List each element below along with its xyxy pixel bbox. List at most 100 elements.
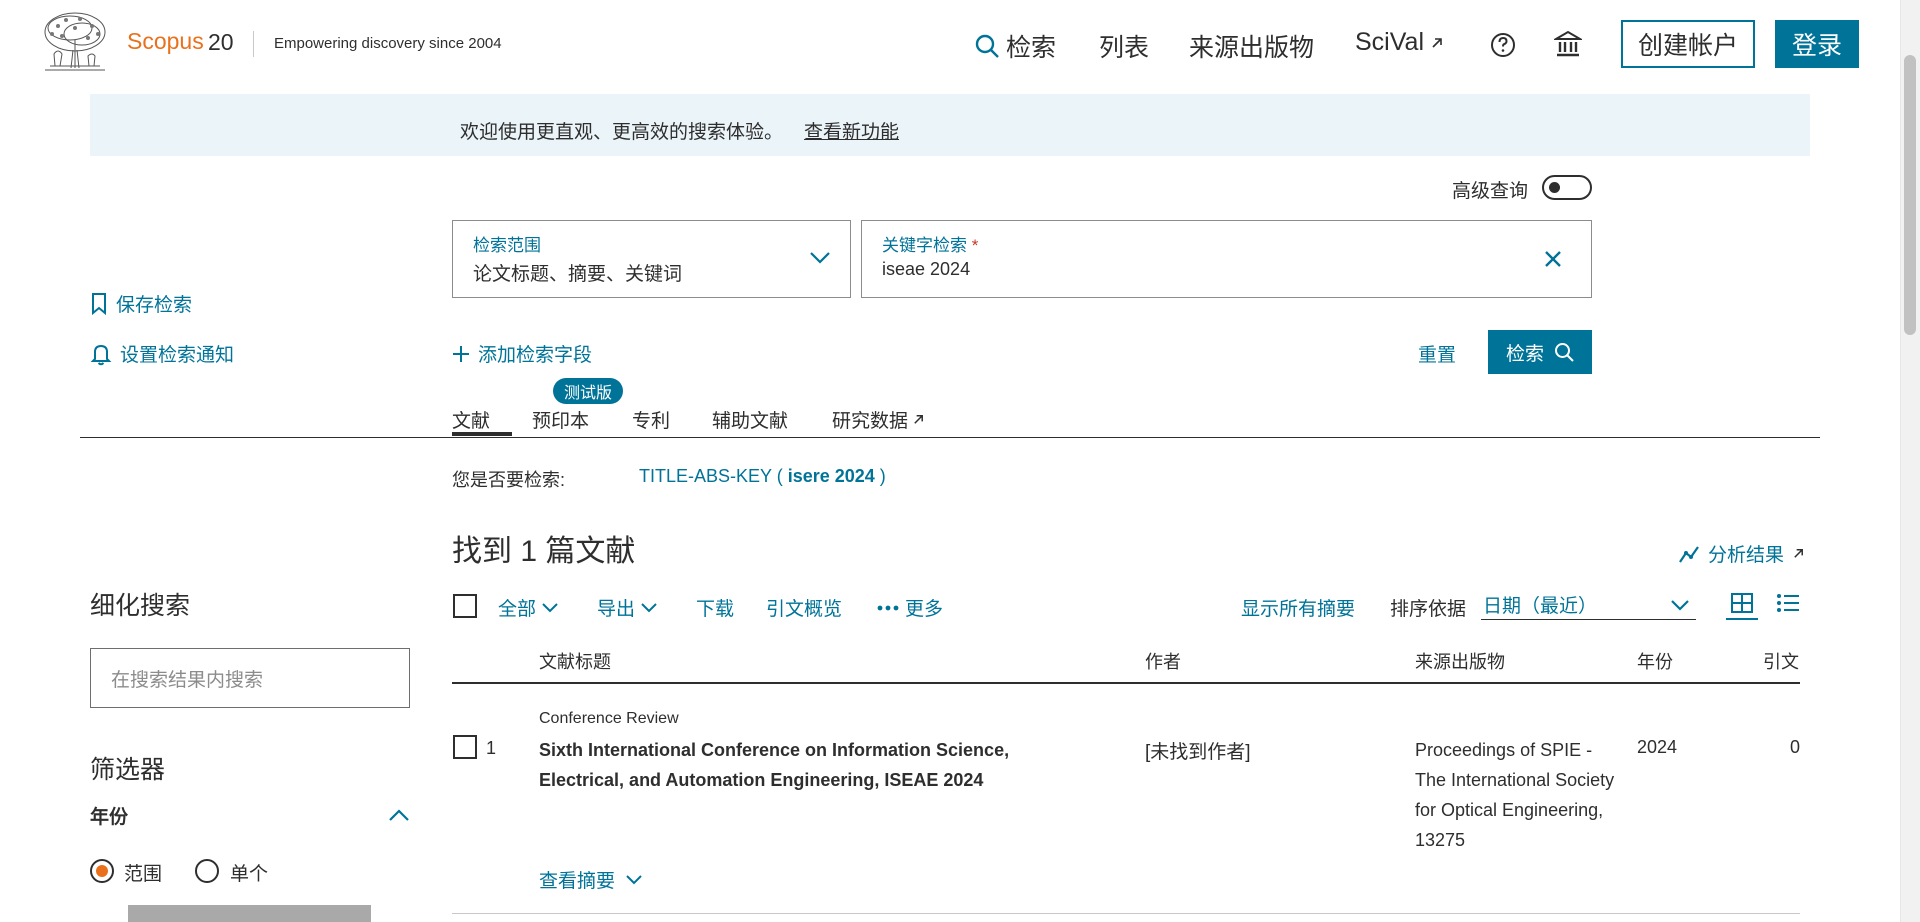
keyword-search-field[interactable]: 关键字检索 * iseae 2024 bbox=[861, 220, 1592, 298]
refine-search-title: 细化搜索 bbox=[90, 592, 191, 620]
toggle-knob bbox=[1549, 182, 1560, 193]
search-icon bbox=[974, 33, 1000, 59]
select-all-dropdown[interactable]: 全部 bbox=[498, 594, 558, 621]
elsevier-tree-logo-icon[interactable] bbox=[40, 10, 110, 74]
scrollbar-thumb[interactable] bbox=[1904, 55, 1916, 335]
tab-research-data-label: 研究数据 bbox=[832, 411, 909, 432]
table-view-button[interactable] bbox=[1726, 592, 1758, 620]
more-dots-icon bbox=[877, 605, 899, 611]
search-within-results-input[interactable]: 在搜索结果内搜索 bbox=[90, 648, 410, 708]
reset-button[interactable]: 重置 bbox=[1418, 340, 1456, 367]
set-alert-link[interactable]: 设置检索通知 bbox=[90, 340, 234, 367]
login-button[interactable]: 登录 bbox=[1775, 20, 1859, 68]
tab-research-data[interactable]: 研究数据 bbox=[832, 406, 925, 433]
column-header-author[interactable]: 作者 bbox=[1145, 648, 1181, 674]
year-range-label: 范围 bbox=[124, 864, 163, 885]
search-scope-select[interactable]: 检索范围 论文标题、摘要、关键词 bbox=[452, 220, 851, 298]
brand-tagline: Empowering discovery since 2004 bbox=[274, 35, 502, 52]
external-link-icon bbox=[1430, 36, 1444, 50]
did-you-mean-label: 您是否要检索: bbox=[452, 470, 566, 490]
list-view-button[interactable] bbox=[1776, 592, 1802, 620]
filters-title: 筛选器 bbox=[90, 756, 166, 784]
document-citations[interactable]: 0 bbox=[1790, 737, 1800, 758]
year-single-label: 单个 bbox=[230, 864, 269, 885]
nav-scival[interactable]: SciVal bbox=[1355, 28, 1444, 57]
announcement-banner bbox=[90, 94, 1810, 156]
year-single-radio[interactable] bbox=[195, 859, 219, 883]
clear-icon[interactable] bbox=[1543, 249, 1563, 269]
document-source-link[interactable]: Proceedings of SPIE - The International … bbox=[1415, 735, 1625, 855]
help-icon[interactable] bbox=[1490, 32, 1516, 58]
nav-lists[interactable]: 列表 bbox=[1099, 28, 1149, 64]
export-dropdown[interactable]: 导出 bbox=[597, 594, 657, 621]
column-header-citations[interactable]: 引文 bbox=[1763, 648, 1799, 674]
required-marker: * bbox=[971, 236, 979, 255]
suggest-prefix: TITLE-ABS-KEY ( bbox=[639, 466, 788, 486]
show-all-abstracts-button[interactable]: 显示所有摘要 bbox=[1241, 594, 1355, 621]
keyword-search-label: 关键字检索 * bbox=[882, 231, 978, 256]
add-search-field-button[interactable]: 添加检索字段 bbox=[452, 340, 592, 367]
search-submit-label: 检索 bbox=[1505, 343, 1544, 365]
suggest-suffix: ) bbox=[874, 466, 886, 486]
nav-search[interactable]: 检索 bbox=[974, 28, 1056, 64]
sort-select[interactable]: 日期（最近） bbox=[1481, 590, 1696, 620]
column-header-title[interactable]: 文献标题 bbox=[539, 648, 611, 674]
suggested-query-link[interactable]: TITLE-ABS-KEY ( isere 2024 ) bbox=[639, 466, 886, 487]
document-title-link[interactable]: Sixth International Conference on Inform… bbox=[539, 735, 1089, 795]
banner-whats-new-link[interactable]: 查看新功能 bbox=[804, 117, 899, 144]
keyword-label-text: 关键字检索 bbox=[882, 236, 967, 255]
chevron-down-icon bbox=[809, 251, 831, 265]
row-checkbox[interactable] bbox=[453, 735, 477, 759]
analyze-results-link[interactable]: 分析结果 bbox=[1678, 540, 1805, 567]
document-author: [未找到作者] bbox=[1145, 742, 1251, 763]
tab-secondary-documents[interactable]: 辅助文献 bbox=[712, 406, 788, 433]
more-button[interactable]: 更多 bbox=[877, 594, 943, 621]
tabs-divider bbox=[80, 437, 1820, 438]
external-link-icon bbox=[912, 413, 925, 426]
list-view-icon bbox=[1776, 592, 1802, 614]
search-icon bbox=[1554, 342, 1574, 362]
beta-badge: 测试版 bbox=[553, 378, 623, 404]
sort-value: 日期（最近） bbox=[1483, 596, 1598, 617]
advanced-query-label: 高级查询 bbox=[1452, 181, 1529, 202]
create-account-button[interactable]: 创建帐户 bbox=[1621, 20, 1755, 68]
year-range-radio[interactable] bbox=[90, 859, 114, 883]
view-abstract-toggle[interactable]: 查看摘要 bbox=[539, 866, 643, 893]
save-search-label: 保存检索 bbox=[116, 295, 193, 316]
tab-documents[interactable]: 文献 bbox=[452, 406, 490, 433]
results-count-title: 找到 1 篇文献 bbox=[452, 535, 636, 568]
keyword-search-input[interactable]: iseae 2024 bbox=[882, 259, 970, 280]
document-year: 2024 bbox=[1637, 737, 1678, 757]
column-header-year[interactable]: 年份 bbox=[1637, 648, 1673, 674]
tab-patents[interactable]: 专利 bbox=[632, 406, 670, 433]
document-type: Conference Review bbox=[539, 710, 679, 727]
citation-overview-button[interactable]: 引文概览 bbox=[766, 594, 842, 621]
add-search-field-label: 添加检索字段 bbox=[478, 345, 593, 366]
set-alert-label: 设置检索通知 bbox=[120, 345, 235, 366]
chevron-up-icon[interactable] bbox=[388, 808, 410, 822]
chevron-down-icon bbox=[542, 602, 558, 613]
brand-version: 20 bbox=[208, 29, 234, 55]
tab-preprints[interactable]: 预印本 bbox=[532, 406, 589, 433]
external-link-icon bbox=[1792, 547, 1805, 560]
active-tab-indicator bbox=[452, 432, 512, 436]
search-submit-button[interactable]: 检索 bbox=[1488, 330, 1592, 374]
select-all-label: 全部 bbox=[498, 599, 537, 620]
institution-icon[interactable] bbox=[1554, 30, 1582, 58]
brand-name[interactable]: Scopus bbox=[127, 28, 204, 55]
row-divider bbox=[452, 913, 1800, 914]
download-button[interactable]: 下载 bbox=[696, 594, 734, 621]
analytics-chart-icon bbox=[1678, 544, 1700, 564]
sort-by-label: 排序依据 bbox=[1390, 599, 1467, 620]
column-header-source[interactable]: 来源出版物 bbox=[1415, 648, 1505, 674]
nav-sources[interactable]: 来源出版物 bbox=[1189, 28, 1314, 64]
row-number: 1 bbox=[486, 738, 497, 758]
select-all-checkbox[interactable] bbox=[453, 594, 477, 618]
nav-scival-label: SciVal bbox=[1355, 28, 1425, 56]
export-label: 导出 bbox=[597, 599, 636, 620]
save-search-link[interactable]: 保存检索 bbox=[90, 290, 192, 317]
nav-search-label: 检索 bbox=[1006, 34, 1057, 62]
radio-selected-dot bbox=[96, 865, 108, 877]
year-range-slider[interactable] bbox=[128, 905, 371, 922]
table-view-icon bbox=[1726, 592, 1758, 614]
